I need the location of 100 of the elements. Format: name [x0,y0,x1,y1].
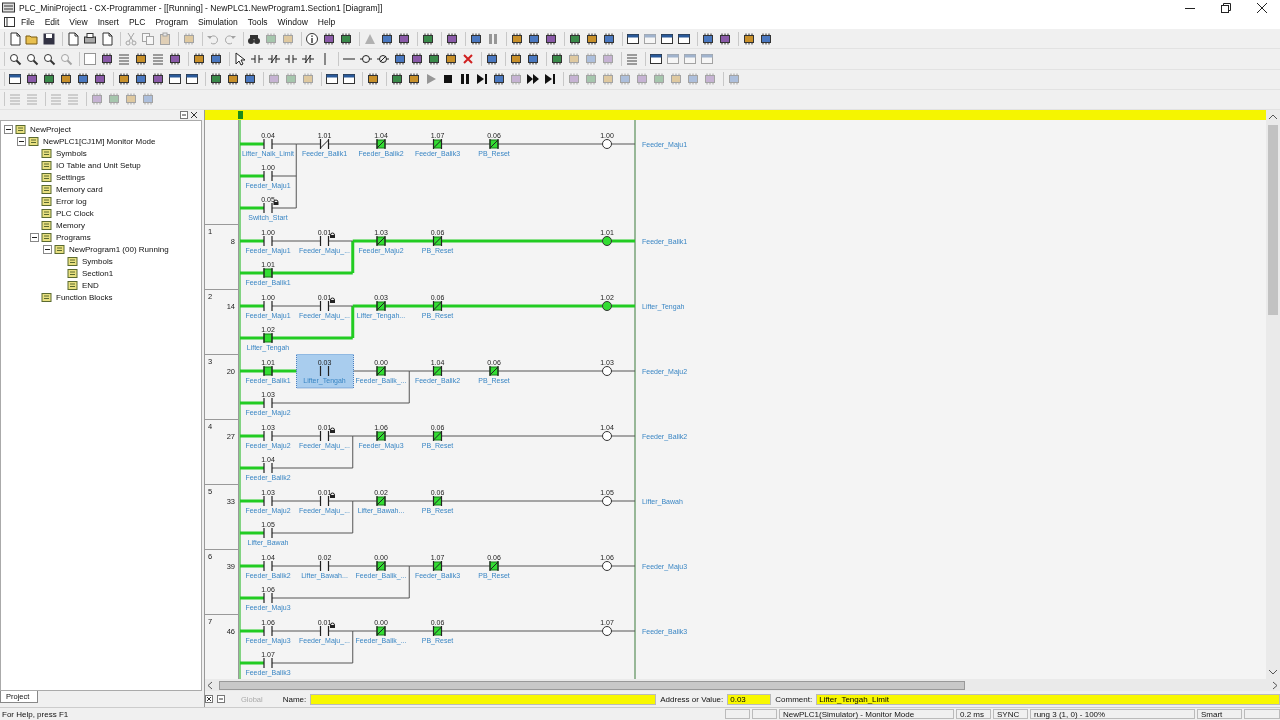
close-icon[interactable] [1257,2,1267,13]
window-icon[interactable] [660,31,674,46]
info-icon[interactable] [305,31,319,46]
chip-icon[interactable] [243,72,257,87]
chip-icon[interactable] [742,31,756,46]
window-icon[interactable] [8,72,22,87]
closed-contact-symbol[interactable] [432,560,443,572]
chip-icon[interactable] [322,31,336,46]
save-icon[interactable] [42,31,56,46]
open-contact-symbol[interactable] [263,138,273,150]
menu-item[interactable]: Window [272,17,313,27]
zoom-icon[interactable] [25,51,39,66]
tree-item[interactable]: Symbols [82,256,113,266]
output-coil[interactable] [602,139,612,149]
closed-contact-symbol[interactable] [489,365,499,377]
chip-icon[interactable] [151,72,165,87]
tree-item[interactable]: IO Table and Unit Setup [56,160,141,170]
open-contact-symbol[interactable] [263,462,273,474]
pointer-icon[interactable] [233,51,247,66]
chip-icon[interactable] [76,72,90,87]
open-contact-symbol[interactable] [263,560,273,572]
chip-icon[interactable] [339,31,353,46]
chip-icon[interactable] [407,72,421,87]
fast-forward-icon[interactable] [526,72,540,87]
chip-icon[interactable] [509,51,523,66]
output-coil[interactable] [602,366,612,376]
chip-icon[interactable] [526,51,540,66]
open-contact-symbol[interactable] [263,397,273,409]
skip-icon[interactable] [475,72,489,87]
open-contact-symbol[interactable] [263,625,273,637]
print-icon[interactable] [83,31,97,46]
document-icon[interactable] [66,31,80,46]
tree-item[interactable]: Error log [56,196,87,206]
chip-icon[interactable] [445,31,459,46]
open-contact-symbol[interactable] [319,625,330,637]
closed-contact-symbol[interactable] [432,365,443,377]
window-icon[interactable] [168,72,182,87]
chip-icon[interactable] [93,72,107,87]
close-icon[interactable] [205,695,213,703]
document-window-icon[interactable] [4,16,16,28]
tree-item[interactable]: Memory card [56,184,103,194]
closed-contact-symbol[interactable] [376,430,386,442]
chip-icon[interactable] [25,72,39,87]
window-icon[interactable] [649,51,663,66]
closed-contact-symbol[interactable] [432,300,443,312]
tree-item[interactable]: NewPLC1[CJ1M] Monitor Mode [43,136,156,146]
document-icon[interactable] [100,31,114,46]
open-contact-symbol[interactable] [263,430,273,442]
tree-item[interactable]: Settings [56,172,85,182]
closed-contact-symbol[interactable] [376,138,386,150]
chip-icon[interactable] [485,51,499,66]
chip-icon[interactable] [427,51,441,66]
closed-contact-symbol[interactable] [376,235,386,247]
chip-icon[interactable] [585,31,599,46]
address-field[interactable]: 0.03 [727,693,772,705]
tree-item[interactable]: Programs [56,232,91,242]
closed-contact-symbol[interactable] [376,625,386,637]
open-contact-symbol[interactable] [263,657,273,669]
chip-icon[interactable] [568,31,582,46]
open-contact-symbol[interactable] [263,332,273,344]
pin-icon[interactable] [217,695,225,703]
restore-icon[interactable] [1221,2,1231,13]
output-coil[interactable] [602,236,612,246]
chip-icon[interactable] [759,31,773,46]
chip-icon[interactable] [134,72,148,87]
menu-item[interactable]: View [64,17,93,27]
output-coil[interactable] [602,626,612,636]
clipboard-icon[interactable] [158,31,172,46]
chip-icon[interactable] [421,31,435,46]
open-contact-symbol[interactable] [263,495,273,507]
chip-icon[interactable] [100,51,114,66]
chip-icon[interactable] [397,31,411,46]
open-contact-symbol[interactable] [263,365,273,377]
chip-icon[interactable] [59,72,73,87]
closed-contact-symbol[interactable] [376,365,386,377]
open-contact-symbol[interactable] [263,300,273,312]
tree-item[interactable]: NewProject [30,124,71,134]
chip-icon[interactable] [444,51,458,66]
tree-item[interactable]: Symbols [56,148,87,158]
menu-item[interactable]: Insert [92,17,124,27]
chip-icon[interactable] [134,51,148,66]
menu-item[interactable]: Tools [242,17,273,27]
tree-toggle[interactable] [43,244,52,254]
menu-item[interactable]: File [16,17,40,27]
closed-contact-symbol[interactable] [432,495,443,507]
chip-icon[interactable] [544,31,558,46]
window-icon[interactable] [677,31,691,46]
open-contact-symbol[interactable] [263,235,273,247]
document-icon[interactable] [8,31,22,46]
menu-item[interactable]: Edit [39,17,65,27]
output-coil[interactable] [602,431,612,441]
chip-icon[interactable] [380,31,394,46]
menu-item[interactable]: PLC [123,17,151,27]
tree-item[interactable]: NewProgram1 (00) Running [69,244,169,254]
open-contact-symbol[interactable] [319,365,330,377]
tree-toggle[interactable] [30,232,39,242]
tree-item[interactable]: PLC Clock [56,208,94,218]
open-contact-symbol[interactable] [263,202,273,214]
chip-icon[interactable] [410,51,424,66]
tree-toggle[interactable] [17,136,26,146]
